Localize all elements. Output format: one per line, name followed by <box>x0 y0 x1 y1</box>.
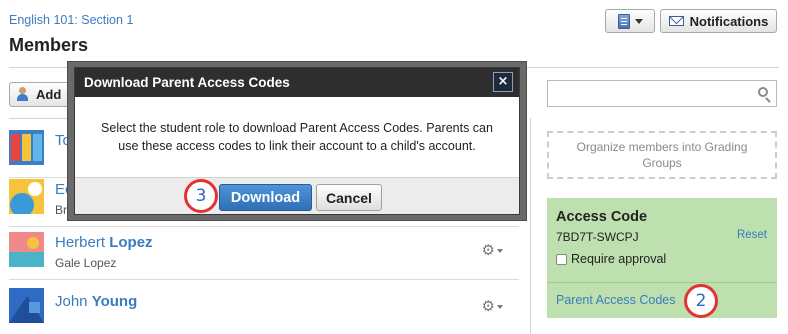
dialog-header: Download Parent Access Codes × <box>75 68 519 97</box>
notebook-icon <box>617 13 630 29</box>
download-parent-codes-dialog: Download Parent Access Codes × Select th… <box>74 67 520 215</box>
checkbox-box[interactable] <box>556 253 567 265</box>
require-approval-label: Require approval <box>571 252 667 266</box>
gear-icon: ⚙ <box>481 241 495 259</box>
dialog-body: Select the student role to download Pare… <box>75 97 519 177</box>
member-actions-menu[interactable]: ⚙ <box>482 299 503 314</box>
dialog-message: Select the student role to download Pare… <box>101 121 493 153</box>
avatar[interactable] <box>9 288 44 323</box>
avatar[interactable] <box>9 179 44 214</box>
view-toggle-dropdown[interactable] <box>605 9 655 33</box>
envelope-icon <box>668 16 684 26</box>
chevron-down-icon <box>634 18 643 24</box>
gear-icon: ⚙ <box>481 297 495 315</box>
member-name[interactable]: Herbert Lopez <box>55 234 153 251</box>
member-row: Herbert Lopez Gale Lopez ⚙ <box>9 221 519 280</box>
grading-groups-label: Organize members into Grading Groups <box>576 140 748 170</box>
reset-link[interactable]: Reset <box>737 229 767 241</box>
notifications-label: Notifications <box>689 13 769 29</box>
member-row: John Young ⚙ <box>9 277 519 334</box>
access-code-title: Access Code <box>556 209 648 225</box>
access-card-divider <box>547 282 777 283</box>
avatar[interactable] <box>9 130 44 165</box>
parent-access-codes-link[interactable]: Parent Access Codes <box>556 293 676 307</box>
access-code-card: Access Code 7BD7T-SWCPJ Reset Require ap… <box>547 198 777 318</box>
dialog-title: Download Parent Access Codes <box>84 75 290 90</box>
member-parent-name: Gale Lopez <box>55 256 117 270</box>
add-member-label: Add <box>36 87 62 102</box>
avatar[interactable] <box>9 232 44 267</box>
member-actions-menu[interactable]: ⚙ <box>482 243 503 258</box>
member-parent-name: Br <box>55 203 67 217</box>
step-marker-2: 2 <box>684 284 718 318</box>
course-breadcrumb-link[interactable]: English 101: Section 1 <box>9 13 133 27</box>
download-button[interactable]: Download <box>219 184 312 211</box>
search-input[interactable] <box>547 80 777 107</box>
member-name[interactable]: John Young <box>55 293 137 310</box>
chevron-down-icon <box>497 304 503 309</box>
dialog-footer: Download Cancel <box>75 177 519 214</box>
require-approval-checkbox[interactable]: Require approval <box>556 252 666 266</box>
panel-divider <box>530 118 531 334</box>
notifications-button[interactable]: Notifications <box>660 9 777 33</box>
chevron-down-icon <box>497 248 503 253</box>
step-marker-3: 3 <box>184 179 218 213</box>
grading-groups-dropzone[interactable]: Organize members into Grading Groups <box>547 131 777 179</box>
cancel-button[interactable]: Cancel <box>316 184 382 211</box>
search-icon[interactable] <box>758 87 768 97</box>
add-user-icon <box>16 87 31 102</box>
close-icon[interactable]: × <box>493 72 513 92</box>
page-title: Members <box>9 35 89 55</box>
access-code-value: 7BD7T-SWCPJ <box>556 230 639 244</box>
